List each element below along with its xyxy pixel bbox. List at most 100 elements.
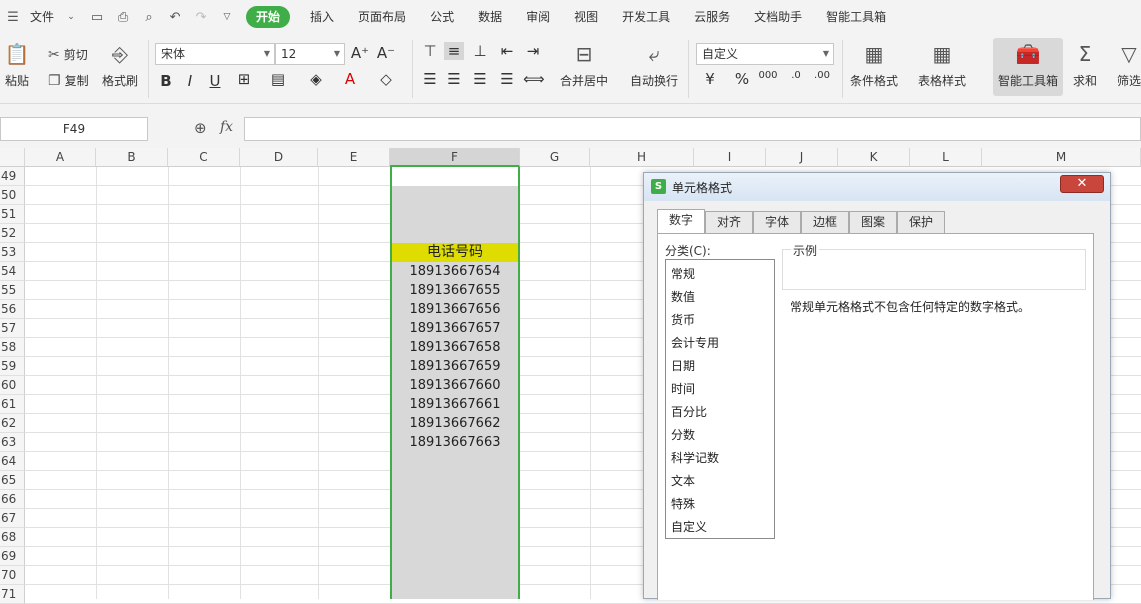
- currency-icon[interactable]: ¥: [700, 70, 720, 88]
- row-header[interactable]: 50: [0, 186, 25, 205]
- column-header-l[interactable]: L: [910, 148, 982, 167]
- column-header-c[interactable]: C: [168, 148, 240, 167]
- category-item-special[interactable]: 特殊: [671, 495, 695, 512]
- row-header[interactable]: 69: [0, 547, 25, 566]
- tab-home[interactable]: 开始: [246, 6, 291, 28]
- row-header[interactable]: 57: [0, 319, 25, 338]
- align-right-icon[interactable]: ☰: [470, 70, 490, 88]
- row-header[interactable]: 65: [0, 471, 25, 490]
- row-header[interactable]: 59: [0, 357, 25, 376]
- italic-button[interactable]: I: [180, 72, 200, 90]
- row-header[interactable]: 67: [0, 509, 25, 528]
- fill-color-icon[interactable]: ◈: [306, 70, 326, 88]
- undo-icon[interactable]: ↶: [167, 9, 183, 25]
- align-center-icon[interactable]: ☰: [444, 70, 464, 88]
- smart-toolbox-button[interactable]: 🧰 智能工具箱: [993, 38, 1063, 96]
- phone-cell[interactable]: 18913667661: [392, 395, 518, 414]
- row-header[interactable]: 68: [0, 528, 25, 547]
- row-header[interactable]: 58: [0, 338, 25, 357]
- print-icon[interactable]: ⎙: [115, 9, 131, 25]
- phone-cell[interactable]: 18913667655: [392, 281, 518, 300]
- tab-developer[interactable]: 开发工具: [610, 0, 682, 34]
- column-header-g[interactable]: G: [520, 148, 590, 167]
- number-format-select[interactable]: 自定义 ▼: [696, 43, 834, 65]
- tab-insert[interactable]: 插入: [298, 0, 346, 34]
- phone-cell[interactable]: 18913667654: [392, 262, 518, 281]
- conditional-format-button[interactable]: ▦ 条件格式: [850, 42, 898, 89]
- row-header[interactable]: 52: [0, 224, 25, 243]
- border-icon[interactable]: ⊞: [234, 70, 254, 88]
- tab-doc-assistant[interactable]: 文档助手: [742, 0, 814, 34]
- column-header-j[interactable]: J: [766, 148, 838, 167]
- increase-font-icon[interactable]: A⁺: [350, 44, 370, 62]
- thousands-icon[interactable]: 000: [758, 70, 778, 81]
- tab-view[interactable]: 视图: [562, 0, 610, 34]
- print-preview-icon[interactable]: ⌕: [141, 9, 157, 25]
- merge-center-button[interactable]: ⊟ 合并居中: [560, 42, 608, 89]
- row-header[interactable]: 62: [0, 414, 25, 433]
- font-color-icon[interactable]: A: [340, 70, 360, 88]
- phone-cell[interactable]: 18913667663: [392, 433, 518, 452]
- indent-increase-icon[interactable]: ⇥: [523, 42, 543, 60]
- cut-button[interactable]: ✂ 剪切: [48, 46, 88, 63]
- column-header-h[interactable]: H: [590, 148, 694, 167]
- dialog-title-bar[interactable]: S 单元格格式 ✕: [644, 173, 1110, 201]
- phone-header-cell[interactable]: 电话号码: [392, 243, 518, 262]
- tab-pattern[interactable]: 图案: [849, 211, 897, 233]
- cell-style-icon[interactable]: ▤: [268, 70, 288, 88]
- close-button[interactable]: ✕: [1060, 175, 1104, 193]
- bold-button[interactable]: B: [156, 72, 176, 90]
- align-top-icon[interactable]: ⊤: [420, 42, 440, 60]
- category-item-accounting[interactable]: 会计专用: [671, 334, 719, 351]
- column-header-m[interactable]: M: [982, 148, 1141, 167]
- row-header[interactable]: 53: [0, 243, 25, 262]
- name-box[interactable]: F49: [0, 117, 148, 141]
- row-header[interactable]: 66: [0, 490, 25, 509]
- category-item-general[interactable]: 常规: [671, 265, 695, 282]
- row-header[interactable]: 63: [0, 433, 25, 452]
- fx-icon[interactable]: fx: [220, 119, 233, 135]
- align-bottom-icon[interactable]: ⊥: [470, 42, 490, 60]
- tab-number[interactable]: 数字: [657, 209, 705, 234]
- category-item-time[interactable]: 时间: [671, 380, 695, 397]
- row-header[interactable]: 61: [0, 395, 25, 414]
- filter-button[interactable]: ▽ 筛选: [1116, 42, 1141, 89]
- table-style-button[interactable]: ▦ 表格样式: [918, 42, 966, 89]
- row-header[interactable]: 70: [0, 566, 25, 585]
- font-size-select[interactable]: 12 ▼: [275, 43, 345, 65]
- tab-border[interactable]: 边框: [801, 211, 849, 233]
- tab-page-layout[interactable]: 页面布局: [346, 0, 418, 34]
- active-cell-f49[interactable]: [392, 167, 518, 186]
- category-item-currency[interactable]: 货币: [671, 311, 695, 328]
- save-icon[interactable]: ▭: [89, 9, 105, 25]
- clear-icon[interactable]: ◇: [376, 70, 396, 88]
- tab-font[interactable]: 字体: [753, 211, 801, 233]
- column-header-a[interactable]: A: [25, 148, 96, 167]
- copy-button[interactable]: ❐ 复制: [48, 72, 89, 89]
- align-left-icon[interactable]: ☰: [420, 70, 440, 88]
- font-name-select[interactable]: 宋体 ▼: [155, 43, 275, 65]
- column-header-f[interactable]: F: [390, 148, 520, 167]
- tab-formula[interactable]: 公式: [418, 0, 466, 34]
- row-header[interactable]: 55: [0, 281, 25, 300]
- align-middle-icon[interactable]: ≡: [444, 42, 464, 60]
- category-item-scientific[interactable]: 科学记数: [671, 449, 719, 466]
- zoom-icon[interactable]: ⊕: [194, 119, 207, 137]
- paste-button[interactable]: 📋 粘贴: [4, 42, 30, 89]
- underline-button[interactable]: U: [205, 72, 225, 90]
- distribute-icon[interactable]: ⟺: [523, 70, 545, 88]
- column-header-i[interactable]: I: [694, 148, 766, 167]
- tab-review[interactable]: 审阅: [514, 0, 562, 34]
- category-item-number[interactable]: 数值: [671, 288, 695, 305]
- tab-data[interactable]: 数据: [466, 0, 514, 34]
- tab-alignment[interactable]: 对齐: [705, 211, 753, 233]
- category-item-fraction[interactable]: 分数: [671, 426, 695, 443]
- row-header[interactable]: 64: [0, 452, 25, 471]
- phone-cell[interactable]: 18913667659: [392, 357, 518, 376]
- tab-protection[interactable]: 保护: [897, 211, 945, 233]
- indent-decrease-icon[interactable]: ⇤: [497, 42, 517, 60]
- column-header-k[interactable]: K: [838, 148, 910, 167]
- column-header-b[interactable]: B: [96, 148, 168, 167]
- column-header-d[interactable]: D: [240, 148, 318, 167]
- customize-icon[interactable]: ▽: [219, 9, 235, 25]
